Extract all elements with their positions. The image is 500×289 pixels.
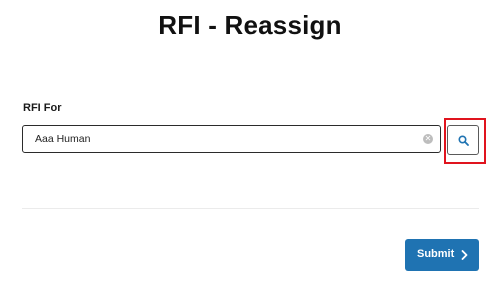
rfi-for-value[interactable]: Aaa Human [35,133,90,145]
chevron-right-icon [461,250,468,260]
highlight-box [444,118,486,164]
page-title: RFI - Reassign [158,10,342,40]
divider [22,208,479,209]
submit-label: Submit [417,248,455,260]
clear-icon[interactable]: ✕ [423,134,433,144]
rfi-reassign-page: RFI - Reassign RFI For Aaa Human ✕ Submi… [0,0,500,289]
rfi-for-label: RFI For [23,102,62,114]
rfi-for-input[interactable]: Aaa Human ✕ [22,125,441,153]
submit-button[interactable]: Submit [405,239,479,271]
